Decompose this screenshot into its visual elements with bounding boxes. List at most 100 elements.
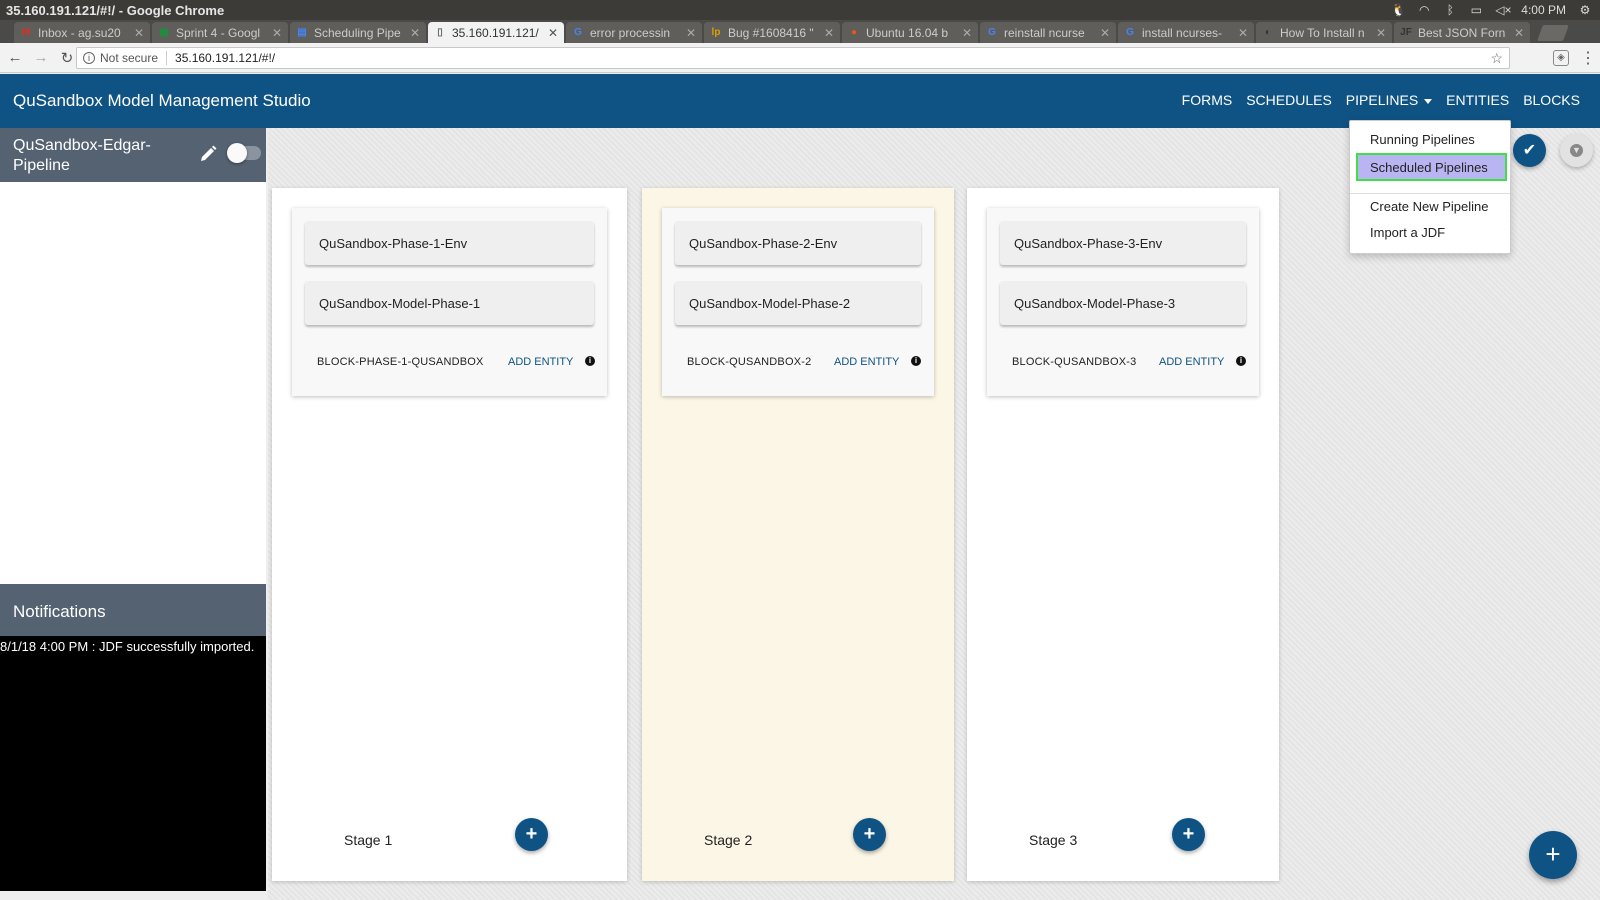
- block-name: BLOCK-PHASE-1-QUSANDBOX: [317, 356, 484, 368]
- tab-label: Sprint 4 - Googl: [176, 25, 261, 40]
- nav-entities[interactable]: ENTITIES: [1446, 92, 1509, 108]
- browser-tab[interactable]: ▦ Sprint 4 - Googl ✕: [152, 22, 288, 43]
- menu-item-running-pipelines[interactable]: Running Pipelines: [1370, 132, 1475, 147]
- browser-tab-active[interactable]: ▯ 35.160.191.121/ ✕: [428, 22, 564, 43]
- bluetooth-icon[interactable]: ᛒ: [1443, 3, 1457, 17]
- clock[interactable]: 4:00 PM: [1521, 3, 1566, 17]
- close-tab-icon[interactable]: ✕: [272, 26, 282, 40]
- browser-tab[interactable]: lp Bug #1608416 " ✕: [704, 22, 840, 43]
- address-bar[interactable]: i Not secure 35.160.191.121/#!/ ☆: [76, 47, 1510, 69]
- bookmark-star-icon[interactable]: ☆: [1490, 50, 1503, 67]
- volume-muted-icon[interactable]: ◁×: [1495, 3, 1511, 17]
- notifications-header: Notifications: [0, 584, 266, 636]
- security-label: Not secure: [100, 51, 159, 65]
- entity-item[interactable]: QuSandbox-Model-Phase-3: [1000, 281, 1246, 325]
- close-tab-icon[interactable]: ✕: [962, 26, 972, 40]
- tab-label: Ubuntu 16.04 b: [866, 25, 949, 40]
- download-icon: ▼: [1570, 144, 1583, 157]
- tab-label: reinstall ncurse: [1004, 25, 1085, 40]
- settings-gear-icon[interactable]: ⚙: [1578, 3, 1592, 17]
- wifi-icon[interactable]: ◠: [1417, 3, 1431, 17]
- nav-blocks[interactable]: BLOCKS: [1523, 92, 1580, 108]
- close-tab-icon[interactable]: ✕: [1376, 26, 1386, 40]
- info-icon[interactable]: i: [1236, 356, 1246, 366]
- block-card[interactable]: QuSandbox-Phase-1-Env QuSandbox-Model-Ph…: [292, 208, 607, 396]
- entity-item[interactable]: QuSandbox-Phase-3-Env: [1000, 221, 1246, 265]
- entity-item[interactable]: QuSandbox-Phase-1-Env: [305, 221, 594, 265]
- stage-column: QuSandbox-Phase-3-Env QuSandbox-Model-Ph…: [967, 188, 1279, 881]
- browser-tab[interactable]: G error processin ✕: [566, 22, 702, 43]
- linux-penguin-icon[interactable]: 🐧: [1391, 3, 1406, 17]
- browser-tab[interactable]: ▤ Scheduling Pipe ✕: [290, 22, 426, 43]
- browser-tab[interactable]: ● Ubuntu 16.04 b ✕: [842, 22, 978, 43]
- nav-pipelines[interactable]: PIPELINES: [1345, 92, 1433, 108]
- close-tab-icon[interactable]: ✕: [1514, 26, 1524, 40]
- block-name: BLOCK-QUSANDBOX-3: [1012, 356, 1137, 368]
- block-card[interactable]: QuSandbox-Phase-2-Env QuSandbox-Model-Ph…: [662, 208, 934, 396]
- entity-item[interactable]: QuSandbox-Model-Phase-1: [305, 281, 594, 325]
- stage-column: QuSandbox-Phase-2-Env QuSandbox-Model-Ph…: [642, 188, 954, 881]
- download-button[interactable]: ▼: [1560, 134, 1593, 167]
- system-tray: 🐧 ◠ ᛒ ▭ ◁× 4:00 PM ⚙: [1391, 0, 1592, 20]
- browser-tab[interactable]: JF Best JSON Forn ✕: [1394, 22, 1530, 43]
- new-tab-button[interactable]: [1537, 25, 1569, 41]
- menu-item-import-jdf[interactable]: Import a JDF: [1370, 225, 1445, 240]
- add-block-button[interactable]: +: [853, 818, 886, 851]
- menu-divider: [1350, 193, 1510, 194]
- close-tab-icon[interactable]: ✕: [134, 26, 144, 40]
- site-icon: ◐: [1264, 26, 1272, 38]
- stage-label: Stage 1: [344, 832, 393, 848]
- pipeline-toggle[interactable]: [227, 143, 261, 163]
- chrome-menu-icon[interactable]: ⋮: [1580, 48, 1596, 68]
- window-title: 35.160.191.121/#!/ - Google Chrome: [6, 2, 225, 18]
- close-tab-icon[interactable]: ✕: [548, 26, 558, 40]
- notifications-panel: 8/1/18 4:00 PM : JDF successfully import…: [0, 636, 266, 891]
- close-tab-icon[interactable]: ✕: [1100, 26, 1110, 40]
- close-tab-icon[interactable]: ✕: [824, 26, 834, 40]
- add-block-button[interactable]: +: [515, 818, 548, 851]
- extension-icon[interactable]: ◈: [1553, 50, 1569, 66]
- nav-forms[interactable]: FORMS: [1182, 92, 1233, 108]
- reload-icon[interactable]: ↻: [56, 49, 78, 67]
- app-title[interactable]: QuSandbox Model Management Studio: [13, 91, 311, 111]
- entity-item[interactable]: QuSandbox-Model-Phase-2: [675, 281, 921, 325]
- info-icon[interactable]: i: [911, 356, 921, 366]
- nav-schedules[interactable]: SCHEDULES: [1246, 92, 1332, 108]
- save-check-button[interactable]: ✔: [1513, 134, 1546, 167]
- tab-label: How To Install n: [1280, 25, 1365, 40]
- browser-tab[interactable]: ◐ How To Install n ✕: [1256, 22, 1392, 43]
- forward-arrow-icon[interactable]: →: [30, 49, 52, 66]
- pipeline-name: QuSandbox-Edgar-Pipeline: [13, 137, 151, 174]
- gmail-icon: M: [21, 26, 31, 38]
- close-tab-icon[interactable]: ✕: [686, 26, 696, 40]
- browser-tab[interactable]: G reinstall ncurse ✕: [980, 22, 1116, 43]
- browser-tab[interactable]: M Inbox - ag.su20 ✕: [14, 22, 150, 43]
- info-icon[interactable]: i: [83, 52, 95, 64]
- menu-item-scheduled-pipelines[interactable]: Scheduled Pipelines: [1356, 153, 1507, 181]
- add-stage-button[interactable]: +: [1529, 831, 1577, 879]
- close-tab-icon[interactable]: ✕: [410, 26, 420, 40]
- block-card[interactable]: QuSandbox-Phase-3-Env QuSandbox-Model-Ph…: [987, 208, 1259, 396]
- askubuntu-icon: ●: [850, 26, 858, 38]
- nav-pipelines-label: PIPELINES: [1345, 92, 1419, 108]
- add-entity-link[interactable]: ADD ENTITY: [1159, 356, 1224, 368]
- stage-label: Stage 3: [1029, 832, 1078, 848]
- info-icon[interactable]: i: [585, 356, 595, 366]
- menu-item-create-new-pipeline[interactable]: Create New Pipeline: [1370, 199, 1489, 214]
- add-block-button[interactable]: +: [1172, 818, 1205, 851]
- pencil-icon[interactable]: [198, 144, 218, 164]
- google-icon: G: [574, 26, 582, 38]
- url-text[interactable]: 35.160.191.121/#!/: [175, 51, 275, 65]
- browser-tab[interactable]: G install ncurses- ✕: [1118, 22, 1254, 43]
- tab-label: 35.160.191.121/: [452, 25, 539, 40]
- battery-icon[interactable]: ▭: [1469, 3, 1483, 17]
- entity-item[interactable]: QuSandbox-Phase-2-Env: [675, 221, 921, 265]
- add-entity-link[interactable]: ADD ENTITY: [508, 356, 573, 368]
- google-icon: G: [1126, 26, 1134, 38]
- back-arrow-icon[interactable]: ←: [4, 49, 26, 66]
- main-nav: FORMS SCHEDULES PIPELINES ENTITIES BLOCK…: [1182, 92, 1580, 108]
- close-tab-icon[interactable]: ✕: [1238, 26, 1248, 40]
- page-icon: ▯: [437, 26, 443, 38]
- tab-label: Best JSON Forn: [1418, 25, 1506, 40]
- add-entity-link[interactable]: ADD ENTITY: [834, 356, 899, 368]
